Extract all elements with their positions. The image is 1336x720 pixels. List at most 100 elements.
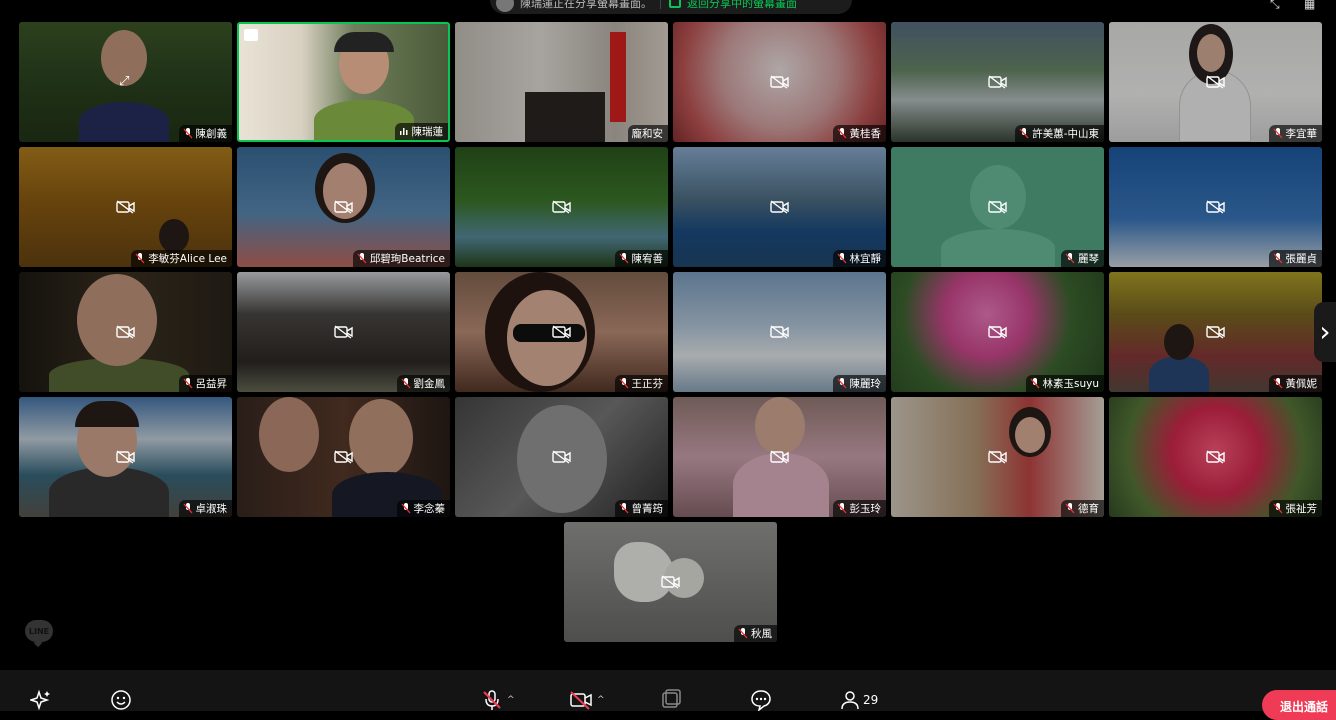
expand-icon[interactable]: ⤢	[119, 74, 129, 89]
participant-tile[interactable]: 卓淑珠	[19, 397, 232, 517]
effects-button[interactable]	[30, 688, 52, 712]
participant-tile[interactable]: 林宜靜	[673, 147, 886, 267]
mic-off-icon	[183, 128, 193, 139]
camera-off-icon	[660, 575, 681, 589]
participant-tile[interactable]: 李宜華	[1109, 22, 1322, 142]
participant-tile[interactable]: 王正芬	[455, 272, 668, 392]
mic-off-icon	[1019, 128, 1029, 139]
camera-off-icon	[333, 325, 354, 339]
screen-share-button[interactable]	[660, 688, 682, 712]
chevron-up-icon[interactable]: ^	[507, 695, 515, 705]
mic-off-icon	[1273, 253, 1283, 264]
participant-name: 陳瑞蓮	[411, 126, 444, 138]
reaction-button[interactable]	[110, 688, 132, 712]
participant-tile[interactable]: 林素玉suyu	[891, 272, 1104, 392]
participant-tile[interactable]: 陳宥善	[455, 147, 668, 267]
participant-name-bar: 麗琴	[1061, 250, 1104, 267]
participant-name-bar: 陳麗玲	[832, 375, 886, 392]
mic-off-icon	[837, 503, 847, 514]
chat-button[interactable]	[750, 688, 772, 712]
chat-icon	[750, 689, 772, 711]
participant-name-bar: 李念蓁	[396, 500, 450, 517]
participant-name-bar: 林宜靜	[832, 250, 886, 267]
participant-tile[interactable]: 秋風	[564, 522, 777, 642]
participant-count: 29	[863, 693, 879, 707]
participant-name-bar: 王正芬	[614, 375, 668, 392]
participant-name: 麗琴	[1078, 253, 1099, 265]
participant-name-bar: 李敏芬Alice Lee	[131, 250, 232, 267]
top-right-controls: ⤡ ▦	[1270, 0, 1318, 10]
participant-tile[interactable]: 邱碧珣Beatrice	[237, 147, 450, 267]
participant-name: 李宜華	[1285, 128, 1318, 140]
participant-tile-speaking[interactable]: 陳瑞蓮	[237, 22, 450, 142]
video-badge-icon	[244, 29, 258, 41]
participant-tile[interactable]: 黃桂香	[673, 22, 886, 142]
participant-name-bar: 卓淑珠	[178, 500, 232, 517]
participant-name-bar: 張祉芳	[1268, 500, 1322, 517]
camera-off-icon	[1205, 325, 1226, 339]
sharer-avatar	[496, 0, 514, 12]
participant-tile[interactable]: 曾菁筠	[455, 397, 668, 517]
chevron-right-icon: ›	[1319, 315, 1331, 348]
participant-tile[interactable]: 呂益昇	[19, 272, 232, 392]
participant-tile[interactable]: 劉金鳳	[237, 272, 450, 392]
mic-off-icon	[401, 503, 411, 514]
participant-name: 陳創義	[195, 128, 228, 140]
chevron-up-icon[interactable]: ^	[597, 695, 605, 705]
participant-tile[interactable]: 黃佩妮	[1109, 272, 1322, 392]
participant-name-bar: 許美蕙-中山東	[1015, 125, 1104, 142]
participant-tile[interactable]: 張祉芳	[1109, 397, 1322, 517]
microphone-toggle[interactable]: ^	[481, 688, 515, 712]
participant-name: 張祉芳	[1285, 503, 1318, 515]
participant-name: 德育	[1078, 503, 1099, 515]
mic-off-icon	[357, 253, 367, 264]
line-logo: LINE	[25, 620, 53, 642]
grid-view-icon[interactable]: ▦	[1304, 0, 1318, 10]
mic-off-icon	[401, 378, 411, 389]
share-status-text: 陳瑞蓮正在分享螢幕畫面。	[520, 0, 652, 10]
camera-off-icon	[987, 450, 1008, 464]
return-to-share-link[interactable]: 返回分享中的螢幕畫面	[687, 0, 797, 11]
participant-name-bar: 黃桂香	[832, 125, 886, 142]
camera-off-icon	[569, 689, 593, 711]
participant-tile[interactable]: 李敏芬Alice Lee	[19, 147, 232, 267]
participant-tile[interactable]: 許美蕙-中山東	[891, 22, 1104, 142]
participant-name: 呂益昇	[195, 378, 228, 390]
participant-tile[interactable]: 陳麗玲	[673, 272, 886, 392]
mic-off-icon	[837, 128, 847, 139]
participant-tile[interactable]: ⤢ 陳創義	[19, 22, 232, 142]
camera-toggle[interactable]: ^	[569, 688, 605, 712]
participant-name: 卓淑珠	[195, 503, 228, 515]
camera-off-icon	[551, 325, 572, 339]
leave-call-button[interactable]: 退出通話	[1262, 690, 1336, 720]
participant-name: 李敏芬Alice Lee	[148, 253, 227, 265]
participant-name: 陳宥善	[631, 253, 664, 265]
camera-off-icon	[769, 200, 790, 214]
participant-name: 李念蓁	[413, 503, 446, 515]
next-page-button[interactable]: ›	[1314, 302, 1336, 362]
participant-tile[interactable]: 龐和安	[455, 22, 668, 142]
participant-name-bar: 德育	[1061, 500, 1104, 517]
camera-off-icon	[551, 450, 572, 464]
participant-tile[interactable]: 李念蓁	[237, 397, 450, 517]
participant-tile[interactable]: 彭玉玲	[673, 397, 886, 517]
participant-name-bar: 林素玉suyu	[1025, 375, 1104, 392]
smiley-icon	[110, 689, 132, 711]
participant-name-bar: 曾菁筠	[614, 500, 668, 517]
participant-name-bar: 李宜華	[1268, 125, 1322, 142]
participant-name: 黃桂香	[849, 128, 882, 140]
participant-tile[interactable]: 麗琴	[891, 147, 1104, 267]
participant-name: 林素玉suyu	[1042, 378, 1100, 390]
participant-name: 劉金鳳	[413, 378, 446, 390]
participant-tile[interactable]: 德育	[891, 397, 1104, 517]
participant-tile[interactable]: 張麗貞	[1109, 147, 1322, 267]
mic-off-icon	[1065, 503, 1075, 514]
participant-name-bar: 彭玉玲	[832, 500, 886, 517]
screen-share-banner: 陳瑞蓮正在分享螢幕畫面。 返回分享中的螢幕畫面	[490, 0, 852, 14]
mic-off-icon	[1030, 378, 1040, 389]
minimize-icon[interactable]: ⤡	[1270, 0, 1284, 10]
participants-button[interactable]: 29	[840, 688, 878, 712]
participant-name: 秋風	[751, 628, 772, 640]
participant-name-bar: 秋風	[734, 625, 777, 642]
camera-off-icon	[115, 325, 136, 339]
